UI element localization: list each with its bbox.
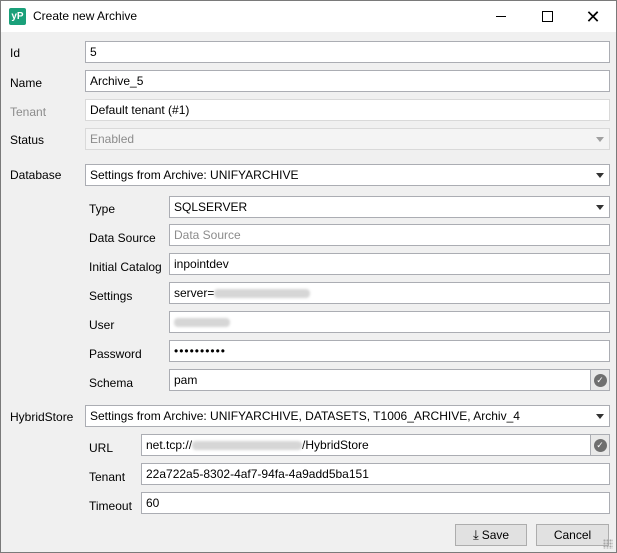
url-input[interactable]: net.tcp:// /HybridStore — [141, 434, 591, 456]
id-label: Id — [10, 46, 21, 60]
type-select[interactable]: SQLSERVER — [169, 196, 610, 218]
redacted-text — [192, 441, 303, 451]
chevron-down-icon — [596, 173, 604, 178]
settings-prefix: server= — [174, 286, 215, 300]
url-prefix: net.tcp:// — [146, 438, 193, 452]
type-label: Type — [89, 202, 116, 216]
close-icon: ✕ — [585, 6, 601, 27]
redacted-text — [174, 318, 230, 328]
password-label: Password — [89, 347, 142, 361]
maximize-icon — [541, 11, 553, 22]
settings-input[interactable]: server= — [169, 282, 610, 304]
url-suffix: /HybridStore — [302, 438, 369, 452]
database-label: Database — [10, 168, 62, 182]
status-value: Enabled — [90, 132, 135, 146]
hs-tenant-label: Tenant — [89, 470, 126, 484]
hybridstore-select[interactable]: Settings from Archive: UNIFYARCHIVE, DAT… — [85, 405, 610, 427]
app-icon: yP — [9, 8, 26, 25]
maximize-button[interactable] — [524, 1, 570, 32]
timeout-label: Timeout — [89, 499, 132, 513]
database-select[interactable]: Settings from Archive: UNIFYARCHIVE — [85, 164, 610, 186]
name-field[interactable]: Archive_5 — [85, 70, 610, 92]
check-circle-icon: ✓ — [593, 373, 607, 387]
resize-grip[interactable] — [603, 539, 613, 549]
hs-tenant-input[interactable]: 22a722a5-8302-4af7-94fa-4a9add5ba151 — [141, 463, 610, 485]
data-source-input[interactable]: Data Source — [169, 224, 610, 246]
data-source-label: Data Source — [89, 231, 156, 245]
schema-check-button[interactable]: ✓ — [590, 369, 610, 391]
title-bar[interactable]: yP Create new Archive ✕ — [1, 1, 616, 32]
user-label: User — [89, 318, 115, 332]
id-field[interactable]: 5 — [85, 41, 610, 63]
save-button[interactable]: ⤓ Save — [455, 524, 527, 546]
initial-catalog-input[interactable]: inpointdev — [169, 253, 610, 275]
tenant-label: Tenant — [10, 105, 47, 119]
tenant-field: Default tenant (#1) — [85, 99, 610, 121]
status-label: Status — [10, 133, 45, 147]
minimize-icon — [496, 16, 506, 17]
window-title: Create new Archive — [33, 9, 138, 23]
schema-input[interactable]: pam — [169, 369, 591, 391]
download-icon: ⤓ — [472, 527, 479, 542]
close-button[interactable]: ✕ — [570, 1, 616, 32]
type-value: SQLSERVER — [174, 200, 248, 214]
url-check-button[interactable]: ✓ — [590, 434, 610, 456]
cancel-label: Cancel — [553, 528, 592, 542]
redacted-text — [214, 289, 311, 299]
save-label: Save — [481, 528, 510, 542]
hybridstore-label: HybridStore — [10, 410, 74, 424]
name-label: Name — [10, 76, 43, 90]
check-circle-icon: ✓ — [593, 438, 607, 452]
user-input[interactable] — [169, 311, 610, 333]
cancel-button[interactable]: Cancel — [536, 524, 609, 546]
chevron-down-icon — [596, 137, 604, 142]
minimize-button[interactable] — [478, 1, 524, 32]
settings-label: Settings — [89, 289, 133, 303]
password-input[interactable]: •••••••••• — [169, 340, 610, 362]
status-select: Enabled — [85, 128, 610, 150]
data-source-placeholder: Data Source — [174, 228, 241, 242]
chevron-down-icon — [596, 205, 604, 210]
database-value: Settings from Archive: UNIFYARCHIVE — [90, 168, 299, 182]
url-label: URL — [89, 441, 114, 455]
hybridstore-value: Settings from Archive: UNIFYARCHIVE, DAT… — [90, 409, 520, 423]
chevron-down-icon — [596, 414, 604, 419]
initial-catalog-label: Initial Catalog — [89, 260, 162, 274]
timeout-input[interactable]: 60 — [141, 492, 610, 514]
dialog-window: yP Create new Archive ✕ Id 5 Name Archiv… — [0, 0, 617, 553]
schema-label: Schema — [89, 376, 134, 390]
